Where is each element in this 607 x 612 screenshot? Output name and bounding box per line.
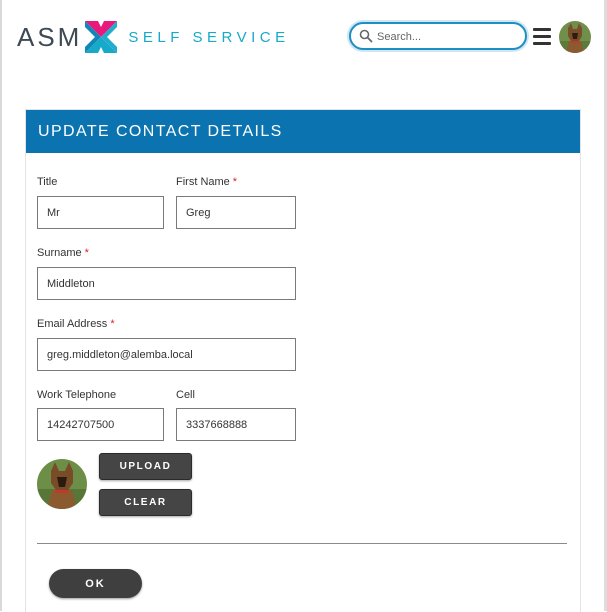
required-marker: *	[232, 176, 238, 188]
cell-field[interactable]	[176, 408, 296, 441]
profile-photo	[37, 459, 87, 509]
first-name-field[interactable]	[176, 196, 296, 229]
title-label: Title	[37, 176, 58, 188]
asm-logo[interactable]: ASM SELF SERVICE	[17, 19, 290, 55]
required-marker: *	[110, 318, 115, 330]
brand-text: ASM	[17, 22, 83, 52]
search-box[interactable]	[349, 22, 527, 50]
top-header: ASM SELF SERVICE	[0, 0, 607, 72]
brand-x-icon	[85, 21, 118, 53]
email-field[interactable]	[37, 338, 296, 371]
ok-button[interactable]: OK	[49, 569, 142, 598]
title-field[interactable]	[37, 196, 164, 229]
divider	[37, 543, 567, 544]
search-icon	[359, 29, 373, 43]
card-title: UPDATE CONTACT DETAILS	[26, 110, 580, 153]
email-label: Email Address *	[37, 318, 115, 330]
surname-label: Surname *	[37, 247, 89, 259]
first-name-label: First Name *	[176, 176, 238, 188]
user-avatar[interactable]	[559, 21, 591, 53]
hamburger-menu-icon[interactable]	[533, 28, 551, 45]
work-telephone-label: Work Telephone	[37, 389, 117, 401]
brand-subtitle: SELF SERVICE	[128, 28, 290, 46]
search-input[interactable]	[375, 27, 519, 47]
dog-photo-icon	[37, 459, 87, 509]
clear-button[interactable]: CLEAR	[99, 489, 192, 516]
contact-details-card: UPDATE CONTACT DETAILS Title First Name*…	[25, 109, 581, 612]
window-edge	[0, 0, 2, 611]
cell-label: Cell	[176, 389, 195, 401]
required-marker: *	[84, 247, 89, 259]
work-telephone-field[interactable]	[37, 408, 164, 441]
upload-button[interactable]: UPLOAD	[99, 453, 192, 480]
surname-field[interactable]	[37, 267, 296, 300]
dog-photo-icon	[559, 21, 591, 53]
